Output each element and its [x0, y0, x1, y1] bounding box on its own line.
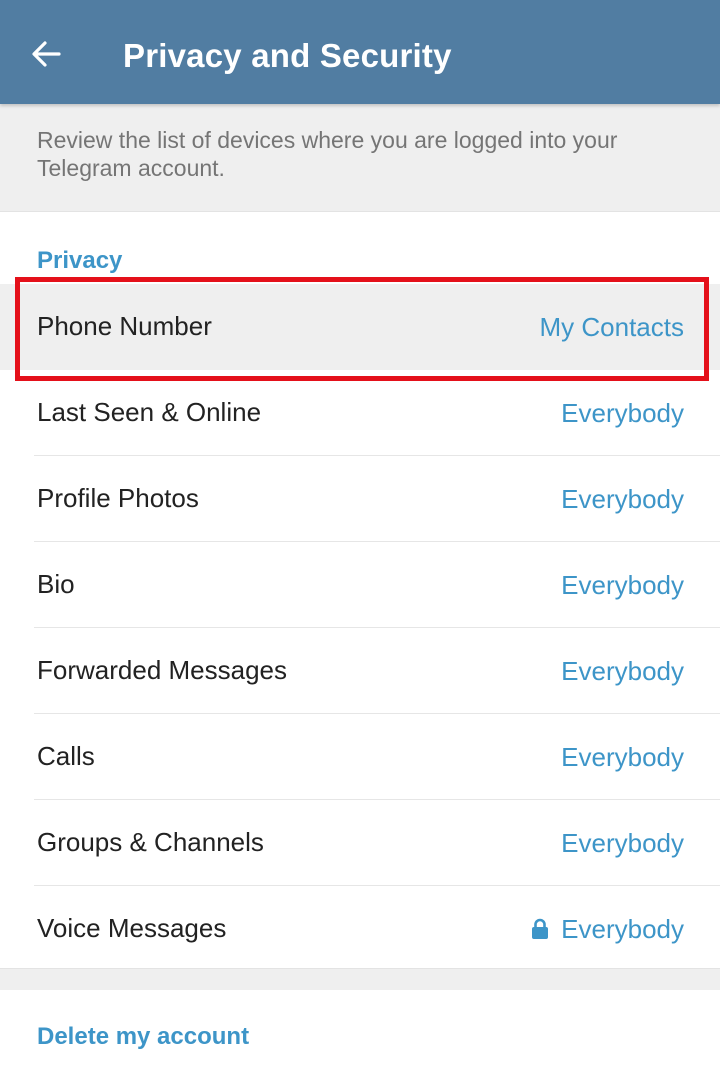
app-bar: Privacy and Security: [0, 0, 720, 104]
row-label: Forwarded Messages: [37, 655, 287, 685]
row-value: Everybody: [561, 914, 684, 944]
privacy-section: Privacy Phone Number My Contacts Last Se…: [0, 212, 720, 968]
row-label: Groups & Channels: [37, 827, 264, 857]
back-button[interactable]: [18, 26, 74, 82]
privacy-row-phone-number[interactable]: Phone Number My Contacts: [0, 284, 720, 370]
row-label: Bio: [37, 569, 75, 599]
row-value: Everybody: [561, 828, 684, 858]
privacy-row-bio[interactable]: Bio Everybody: [0, 542, 720, 628]
sessions-info-block[interactable]: Review the list of devices where you are…: [0, 104, 720, 212]
row-label: Profile Photos: [37, 483, 199, 513]
privacy-row-voice-messages[interactable]: Voice Messages Everybody: [0, 886, 720, 972]
privacy-row-groups-channels[interactable]: Groups & Channels Everybody: [0, 800, 720, 886]
lock-icon: [532, 918, 549, 939]
section-gap: [0, 968, 720, 990]
row-label: Phone Number: [37, 311, 212, 341]
row-value: Everybody: [561, 484, 684, 514]
row-value: My Contacts: [539, 312, 685, 342]
row-label: Voice Messages: [37, 913, 227, 943]
privacy-row-calls[interactable]: Calls Everybody: [0, 714, 720, 800]
privacy-row-forwarded-messages[interactable]: Forwarded Messages Everybody: [0, 628, 720, 714]
privacy-row-last-seen[interactable]: Last Seen & Online Everybody: [0, 370, 720, 456]
row-label: Calls: [37, 741, 95, 771]
arrow-left-icon: [32, 41, 61, 67]
row-value: Everybody: [561, 398, 684, 428]
row-value: Everybody: [561, 742, 684, 772]
sessions-info-text: Review the list of devices where you are…: [37, 127, 618, 181]
delete-account-section: Delete my account: [0, 990, 720, 1082]
privacy-row-profile-photos[interactable]: Profile Photos Everybody: [0, 456, 720, 542]
delete-account-link[interactable]: Delete my account: [37, 1022, 249, 1052]
page-title: Privacy and Security: [123, 37, 452, 74]
privacy-section-header: Privacy: [37, 247, 123, 274]
row-value: Everybody: [561, 570, 684, 600]
row-label: Last Seen & Online: [37, 397, 262, 427]
row-value-with-lock: Everybody: [531, 913, 684, 945]
row-value: Everybody: [561, 656, 684, 686]
